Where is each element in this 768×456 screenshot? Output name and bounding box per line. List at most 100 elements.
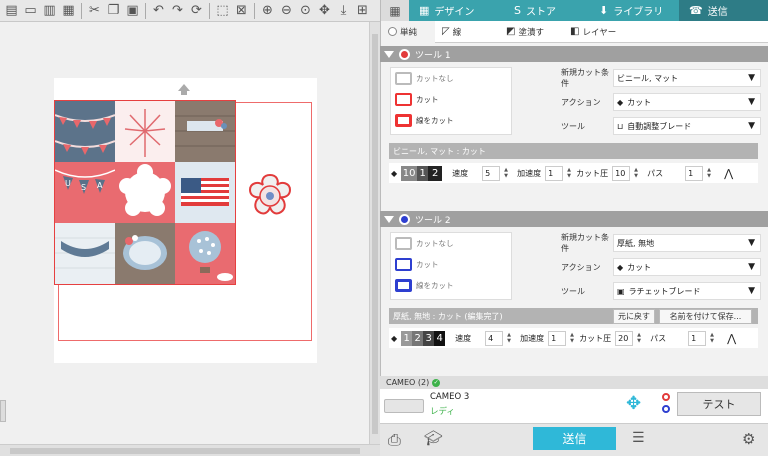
spinner-icon[interactable]: ▲ ▼ — [507, 332, 512, 344]
tab-simple[interactable]: 単純 — [381, 20, 435, 43]
spinner-icon[interactable]: ▲ ▼ — [567, 167, 572, 179]
toolbar-divider — [209, 2, 210, 19]
save-icon[interactable]: ▤ — [2, 1, 21, 20]
tab-fill[interactable]: ◩ 塗潰す — [499, 21, 563, 43]
option-cut[interactable]: カット — [391, 89, 511, 110]
vertical-scrollbar[interactable] — [369, 22, 380, 444]
tool2-tool-row: ツール ▣ ラチェットブレード ▼ — [561, 280, 761, 302]
advanced-settings-icon[interactable]: ⋀ — [727, 332, 736, 345]
deselect-icon[interactable]: ⊠ — [232, 1, 251, 20]
tool-holder-icon[interactable] — [662, 405, 670, 413]
tool1-speed-input[interactable]: 5 — [482, 165, 501, 181]
save-as-button[interactable]: 名前を付けて保存... — [659, 309, 752, 324]
zoom-fit-icon[interactable]: ⤓ — [334, 1, 353, 20]
spinner-icon[interactable]: ▲ ▼ — [637, 332, 642, 344]
tool2-blade-depth[interactable]: 1 2 3 4 — [401, 330, 446, 346]
send-history-icon[interactable]: ⎙ — [388, 430, 401, 450]
horizontal-scrollbar[interactable] — [0, 444, 380, 456]
tool1-header[interactable]: ツール 1 — [380, 46, 768, 62]
panel-toggle-icon[interactable]: ▦ — [381, 0, 409, 21]
tool2-condition-row: 新規カット条件 厚紙, 無地 ▼ — [561, 232, 761, 254]
tool-holder-icon[interactable] — [662, 393, 670, 401]
option-cut[interactable]: カット — [391, 254, 511, 275]
copy-icon[interactable]: ❐ — [104, 1, 123, 20]
tool2-pass-input[interactable]: 1 — [688, 330, 707, 346]
select-all-icon[interactable]: ⬚ — [213, 1, 232, 20]
top-navigation: ▦ ▦ デザイン S ストア ⬇ ライブラリ ☎ 送信 — [381, 0, 768, 21]
collapse-arrow-icon — [384, 215, 394, 223]
flower-cut-shape[interactable] — [244, 171, 296, 221]
tool2-speed-input[interactable]: 4 — [485, 330, 504, 346]
tab-send[interactable]: ☎ 送信 — [679, 0, 768, 21]
tool2-force-input[interactable]: 20 — [615, 330, 634, 346]
move-arrows-icon[interactable]: ✥ — [626, 395, 641, 413]
paste-icon[interactable]: ▣ — [123, 1, 142, 20]
spinner-icon[interactable]: ▲ ▼ — [634, 167, 639, 179]
tool1-accel-input[interactable]: 1 — [545, 165, 564, 181]
tool1-force-input[interactable]: 10 — [612, 165, 631, 181]
open-icon[interactable]: ▭ — [21, 1, 40, 20]
tool2-action-select[interactable]: ◆ カット ▼ — [613, 258, 761, 276]
tool1-action-select[interactable]: ◆ カット ▼ — [613, 93, 761, 111]
spinner-icon[interactable]: ▲ ▼ — [710, 332, 715, 344]
zoom-in-icon[interactable]: ⊕ — [258, 1, 277, 20]
spinner-icon[interactable]: ▲ ▼ — [707, 167, 712, 179]
tool1-condition-select[interactable]: ビニール, マット ▼ — [613, 69, 761, 87]
option-no-cut[interactable]: カットなし — [391, 68, 511, 89]
tool2-tool-select[interactable]: ▣ ラチェットブレード ▼ — [613, 282, 761, 300]
dropdown-arrow-icon: ▼ — [748, 238, 755, 248]
tab-line[interactable]: ◸ 線 — [435, 21, 499, 43]
advanced-settings-icon[interactable]: ⋀ — [724, 167, 733, 180]
cut-icon[interactable]: ✂ — [85, 1, 104, 20]
no-cut-icon — [395, 237, 412, 250]
tab-layer[interactable]: ◧ レイヤー — [563, 21, 627, 43]
tool1-blade-depth[interactable]: 10 1 2 — [401, 165, 443, 181]
tutorial-cap-icon[interactable]: 🎓︎ — [424, 429, 443, 447]
print-icon[interactable]: ▦ — [59, 1, 78, 20]
tool2-summary-bar: 厚紙, 無地 : カット (編集完了) 元に戻す 名前を付けて保存... — [389, 308, 758, 324]
settings-gear-icon[interactable]: ⚙ — [742, 430, 755, 448]
tool2-settings-row: ◆ 1 2 3 4 速度 4 ▲ ▼ 加速度 1 ▲ ▼ カット圧 20 ▲ ▼ パス 1 ▲… — [389, 328, 758, 348]
send-mode-tabs: 単純 ◸ 線 ◩ 塗潰す ◧ レイヤー — [381, 20, 768, 43]
tab-design[interactable]: ▦ デザイン — [409, 0, 504, 21]
move-icon[interactable]: ✥ — [315, 1, 334, 20]
top-toolbar: ▤ ▭ ▥ ▦ ✂ ❐ ▣ ↶ ↷ ⟳ ⬚ ⊠ ⊕ ⊖ ⊙ ✥ ⤓ ⊞ — [0, 0, 380, 22]
vertical-scroll-thumb[interactable] — [372, 34, 378, 434]
option-cut-edge[interactable]: 線をカット — [391, 110, 511, 131]
rotate-icon[interactable]: ⟳ — [187, 1, 206, 20]
redo-icon[interactable]: ↷ — [168, 1, 187, 20]
tool2-header[interactable]: ツール 2 — [380, 211, 768, 227]
tool1-pass-input[interactable]: 1 — [685, 165, 704, 181]
radio-icon — [388, 27, 397, 36]
option-no-cut[interactable]: カットなし — [391, 233, 511, 254]
spinner-icon[interactable]: ▲ ▼ — [504, 167, 509, 179]
tool2-accel-input[interactable]: 1 — [548, 330, 567, 346]
layer-mode-icon: ◧ — [570, 26, 580, 37]
tool1-tool-select[interactable]: ⊔ 自動調整ブレード ▼ — [613, 117, 761, 135]
zoom-selected-icon[interactable]: ⊙ — [296, 1, 315, 20]
horizontal-scroll-thumb[interactable] — [10, 448, 360, 454]
panel-expand-handle[interactable] — [0, 400, 6, 422]
option-cut-edge[interactable]: 線をカット — [391, 275, 511, 296]
zoom-out-icon[interactable]: ⊖ — [277, 1, 296, 20]
machine-status: レディ — [430, 407, 455, 417]
blade-depth-arrows-icon[interactable]: ◆ — [391, 169, 397, 178]
undo-icon[interactable]: ↶ — [149, 1, 168, 20]
undo-edit-button[interactable]: 元に戻す — [613, 309, 655, 324]
dropdown-arrow-icon: ▼ — [748, 97, 755, 107]
save-as-icon[interactable]: ▥ — [40, 1, 59, 20]
spinner-icon[interactable]: ▲ ▼ — [570, 332, 575, 344]
test-button[interactable]: テスト — [677, 392, 761, 416]
tab-library[interactable]: ⬇ ライブラリ — [589, 0, 679, 21]
queue-list-icon[interactable]: ☰ — [632, 430, 645, 446]
tab-store[interactable]: S ストア — [504, 0, 589, 21]
tool2-action-row: アクション ◆ カット ▼ — [561, 256, 761, 278]
send-button[interactable]: 送信 — [533, 427, 616, 450]
feed-direction-arrow-stem — [181, 90, 187, 95]
autoblade-icon: ⊔ — [617, 121, 624, 131]
tool2-condition-select[interactable]: 厚紙, 無地 ▼ — [613, 234, 761, 252]
toolbar-divider — [254, 2, 255, 19]
grid-icon: ▦ — [419, 4, 430, 17]
blade-depth-arrows-icon[interactable]: ◆ — [391, 334, 397, 343]
add-icon[interactable]: ⊞ — [353, 1, 372, 20]
